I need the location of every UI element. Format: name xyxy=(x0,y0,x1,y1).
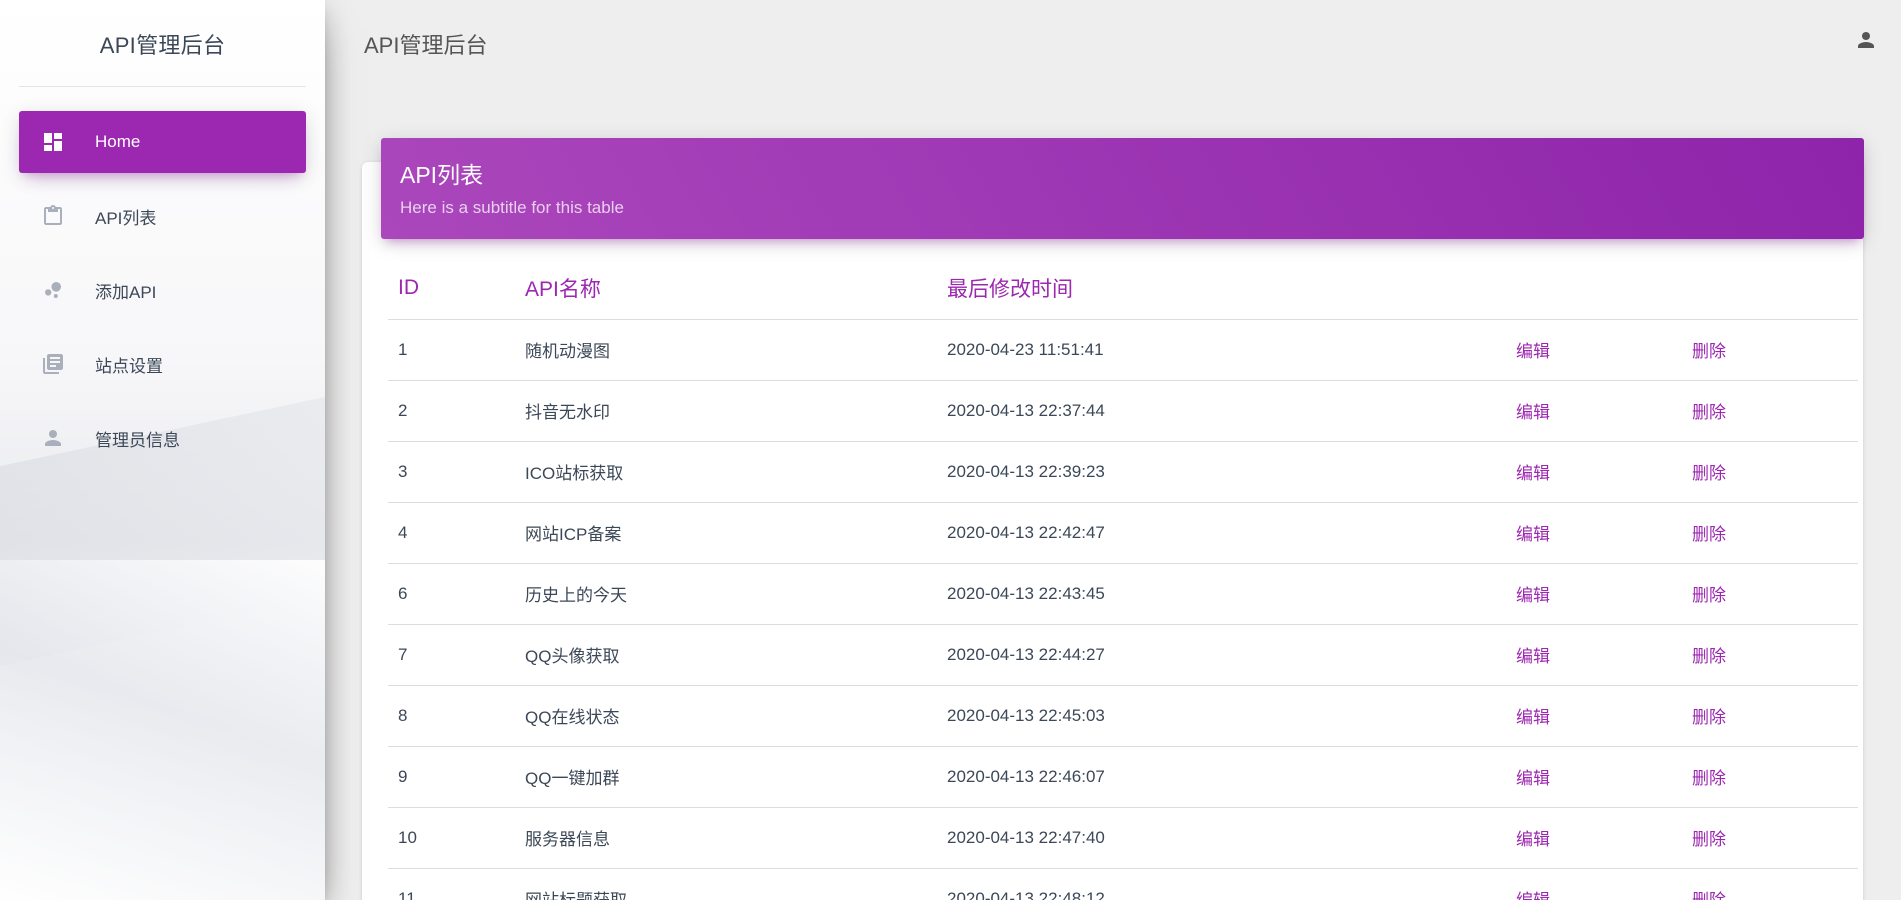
sidebar-item-admin-info[interactable]: 管理员信息 xyxy=(19,407,306,469)
logo-text: API管理后台 xyxy=(99,32,226,58)
delete-link[interactable]: 删除 xyxy=(1692,708,1726,727)
table-row: 11 网站标题获取 2020-04-13 22:48:12 编辑 删除 xyxy=(388,868,1858,900)
cell-time: 2020-04-13 22:44:27 xyxy=(937,624,1506,686)
sidebar-item-label: 站点设置 xyxy=(95,356,163,376)
cell-time: 2020-04-13 22:43:45 xyxy=(937,563,1506,625)
edit-link[interactable]: 编辑 xyxy=(1516,647,1550,666)
card-title: API列表 xyxy=(400,162,484,188)
table-row: 8 QQ在线状态 2020-04-13 22:45:03 编辑 删除 xyxy=(388,685,1858,747)
cell-time: 2020-04-13 22:47:40 xyxy=(937,807,1506,869)
person-icon xyxy=(1854,28,1878,57)
card-subtitle: Here is a subtitle for this table xyxy=(400,198,624,217)
cell-id: 4 xyxy=(388,502,515,564)
delete-link[interactable]: 删除 xyxy=(1692,403,1726,422)
delete-link[interactable]: 删除 xyxy=(1692,464,1726,483)
sidebar-item-label: API列表 xyxy=(95,208,157,228)
edit-link[interactable]: 编辑 xyxy=(1516,708,1550,727)
column-header-time: 最后修改时间 xyxy=(937,258,1506,320)
edit-link[interactable]: 编辑 xyxy=(1516,830,1550,849)
cell-name: 抖音无水印 xyxy=(515,380,937,442)
delete-link[interactable]: 删除 xyxy=(1692,525,1726,544)
delete-link[interactable]: 删除 xyxy=(1692,769,1726,788)
column-header-edit xyxy=(1506,258,1682,320)
cell-time: 2020-04-13 22:46:07 xyxy=(937,746,1506,808)
cell-time: 2020-04-13 22:39:23 xyxy=(937,441,1506,503)
edit-link[interactable]: 编辑 xyxy=(1516,891,1550,900)
user-menu-button[interactable] xyxy=(1853,29,1879,55)
cell-time: 2020-04-23 11:51:41 xyxy=(937,319,1506,381)
cell-time: 2020-04-13 22:45:03 xyxy=(937,685,1506,747)
cell-time: 2020-04-13 22:48:12 xyxy=(937,868,1506,900)
sidebar-item-label: 管理员信息 xyxy=(95,430,180,450)
delete-link[interactable]: 删除 xyxy=(1692,586,1726,605)
table-row: 1 随机动漫图 2020-04-23 11:51:41 编辑 删除 xyxy=(388,319,1858,381)
cell-id: 2 xyxy=(388,380,515,442)
cell-name: 历史上的今天 xyxy=(515,563,937,625)
column-header-id: ID xyxy=(388,258,515,320)
page-title[interactable]: API管理后台 xyxy=(364,28,487,60)
cell-name: 服务器信息 xyxy=(515,807,937,869)
cell-name: 随机动漫图 xyxy=(515,319,937,381)
cell-name: 网站ICP备案 xyxy=(515,502,937,564)
edit-link[interactable]: 编辑 xyxy=(1516,769,1550,788)
delete-link[interactable]: 删除 xyxy=(1692,342,1726,361)
api-table: ID API名称 最后修改时间 1 随机动漫图 2020-04-23 11:51… xyxy=(388,258,1858,900)
sidebar: API管理后台 Home API列表 添加API 站点设置 管理员信息 xyxy=(0,0,325,900)
cell-name: QQ在线状态 xyxy=(515,685,937,747)
delete-link[interactable]: 删除 xyxy=(1692,830,1726,849)
cell-id: 3 xyxy=(388,441,515,503)
cell-name: QQ头像获取 xyxy=(515,624,937,686)
edit-link[interactable]: 编辑 xyxy=(1516,403,1550,422)
cell-name: ICO站标获取 xyxy=(515,441,937,503)
bubble-chart-icon xyxy=(41,278,65,302)
sidebar-item-label: Home xyxy=(95,132,141,151)
cell-name: 网站标题获取 xyxy=(515,868,937,900)
cell-id: 11 xyxy=(388,868,515,900)
library-books-icon xyxy=(41,352,65,376)
sidebar-item-add-api[interactable]: 添加API xyxy=(19,259,306,321)
table-row: 2 抖音无水印 2020-04-13 22:37:44 编辑 删除 xyxy=(388,380,1858,442)
edit-link[interactable]: 编辑 xyxy=(1516,525,1550,544)
table-row: 10 服务器信息 2020-04-13 22:47:40 编辑 删除 xyxy=(388,807,1858,869)
table-row: 7 QQ头像获取 2020-04-13 22:44:27 编辑 删除 xyxy=(388,624,1858,686)
delete-link[interactable]: 删除 xyxy=(1692,647,1726,666)
edit-link[interactable]: 编辑 xyxy=(1516,464,1550,483)
person-icon xyxy=(41,426,65,450)
cell-id: 6 xyxy=(388,563,515,625)
table-row: 6 历史上的今天 2020-04-13 22:43:45 编辑 删除 xyxy=(388,563,1858,625)
table-row: 4 网站ICP备案 2020-04-13 22:42:47 编辑 删除 xyxy=(388,502,1858,564)
sidebar-item-home[interactable]: Home xyxy=(19,111,306,173)
cell-id: 7 xyxy=(388,624,515,686)
table-header-row: ID API名称 最后修改时间 xyxy=(388,258,1858,320)
column-header-delete xyxy=(1682,258,1858,320)
sidebar-item-site-settings[interactable]: 站点设置 xyxy=(19,333,306,395)
sidebar-logo[interactable]: API管理后台 xyxy=(0,0,325,87)
top-navbar: API管理后台 xyxy=(325,0,1901,87)
card-header: API列表 Here is a subtitle for this table xyxy=(381,138,1864,239)
cell-time: 2020-04-13 22:37:44 xyxy=(937,380,1506,442)
table-row: 3 ICO站标获取 2020-04-13 22:39:23 编辑 删除 xyxy=(388,441,1858,503)
column-header-name: API名称 xyxy=(515,258,937,320)
cell-name: QQ一键加群 xyxy=(515,746,937,808)
edit-link[interactable]: 编辑 xyxy=(1516,586,1550,605)
cell-id: 9 xyxy=(388,746,515,808)
edit-link[interactable]: 编辑 xyxy=(1516,342,1550,361)
dashboard-icon xyxy=(41,130,65,154)
sidebar-item-api-list[interactable]: API列表 xyxy=(19,185,306,247)
cell-id: 8 xyxy=(388,685,515,747)
sidebar-nav: Home API列表 添加API 站点设置 管理员信息 xyxy=(0,111,325,469)
clipboard-icon xyxy=(41,204,65,228)
delete-link[interactable]: 删除 xyxy=(1692,891,1726,900)
sidebar-item-label: 添加API xyxy=(95,282,157,302)
api-table-container: ID API名称 最后修改时间 1 随机动漫图 2020-04-23 11:51… xyxy=(388,258,1858,900)
table-row: 9 QQ一键加群 2020-04-13 22:46:07 编辑 删除 xyxy=(388,746,1858,808)
cell-id: 10 xyxy=(388,807,515,869)
cell-time: 2020-04-13 22:42:47 xyxy=(937,502,1506,564)
cell-id: 1 xyxy=(388,319,515,381)
